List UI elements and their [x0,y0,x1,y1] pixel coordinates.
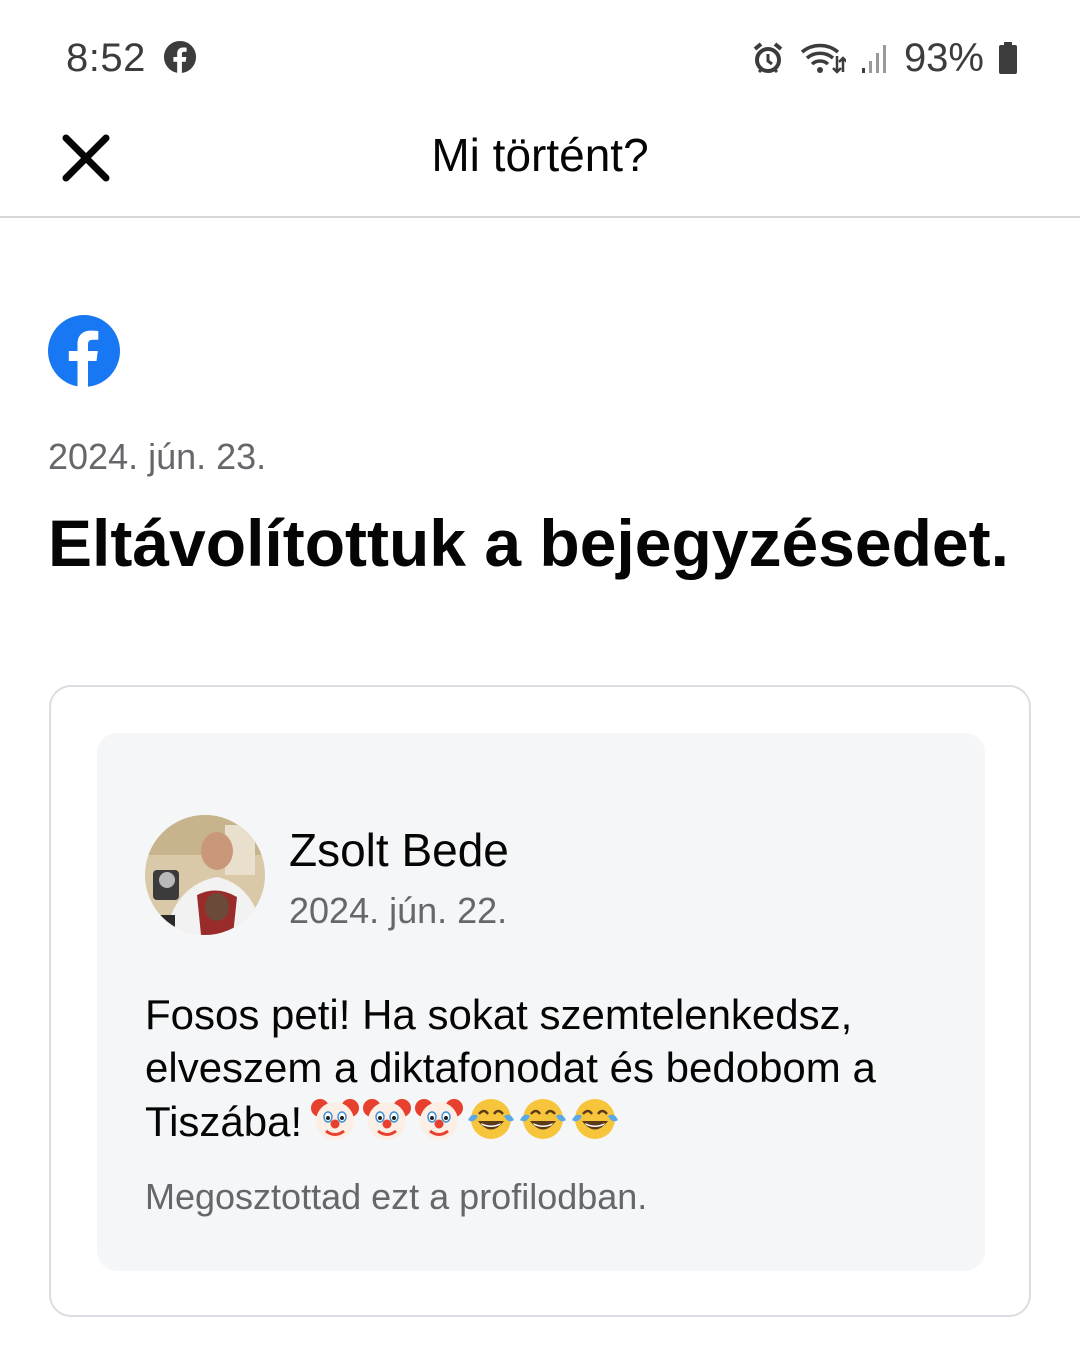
status-time: 8:52 [66,36,146,80]
clown-face-icon [311,1099,360,1140]
notice-date: 2024. jún. 23. [48,436,267,477]
tears-of-joy-icon [468,1099,515,1139]
post-author-name: Zsolt Bede [289,824,509,876]
facebook-logo-icon [48,315,120,387]
tears-of-joy-icon [572,1099,619,1139]
tears-of-joy-icon [520,1099,567,1139]
avatar [145,815,265,935]
notice-heading: Eltávolítottuk a bejegyzésedet. [48,506,1009,580]
post-text-block: Fosos peti! Ha sokat szemtelenkedsz, elv… [145,988,955,1148]
removed-post-card: Zsolt Bede 2024. jún. 22. Fosos peti! Ha… [49,685,1031,1317]
emoji-row [310,1094,620,1144]
wifi-icon [800,43,846,74]
battery-percentage: 93% [903,35,984,80]
status-icons: 93% [750,36,1018,80]
clown-face-icon [363,1099,412,1140]
post-date: 2024. jún. 22. [289,890,508,931]
battery-icon [999,42,1017,74]
facebook-icon [163,40,197,74]
signal-icon [861,45,886,73]
post-preview: Zsolt Bede 2024. jún. 22. Fosos peti! Ha… [97,733,985,1271]
alarm-icon [753,42,783,74]
status-bar: 8:52 93% [0,0,1080,110]
page: 8:52 93% Mi történt? 2024. jún. 23. Eltá… [0,0,1080,1367]
post-shared-note: Megosztottad ezt a profilodban. [145,1176,648,1217]
page-title: Mi történt? [431,129,649,181]
top-bar: Mi történt? [0,110,1080,218]
clown-face-icon [415,1099,464,1140]
